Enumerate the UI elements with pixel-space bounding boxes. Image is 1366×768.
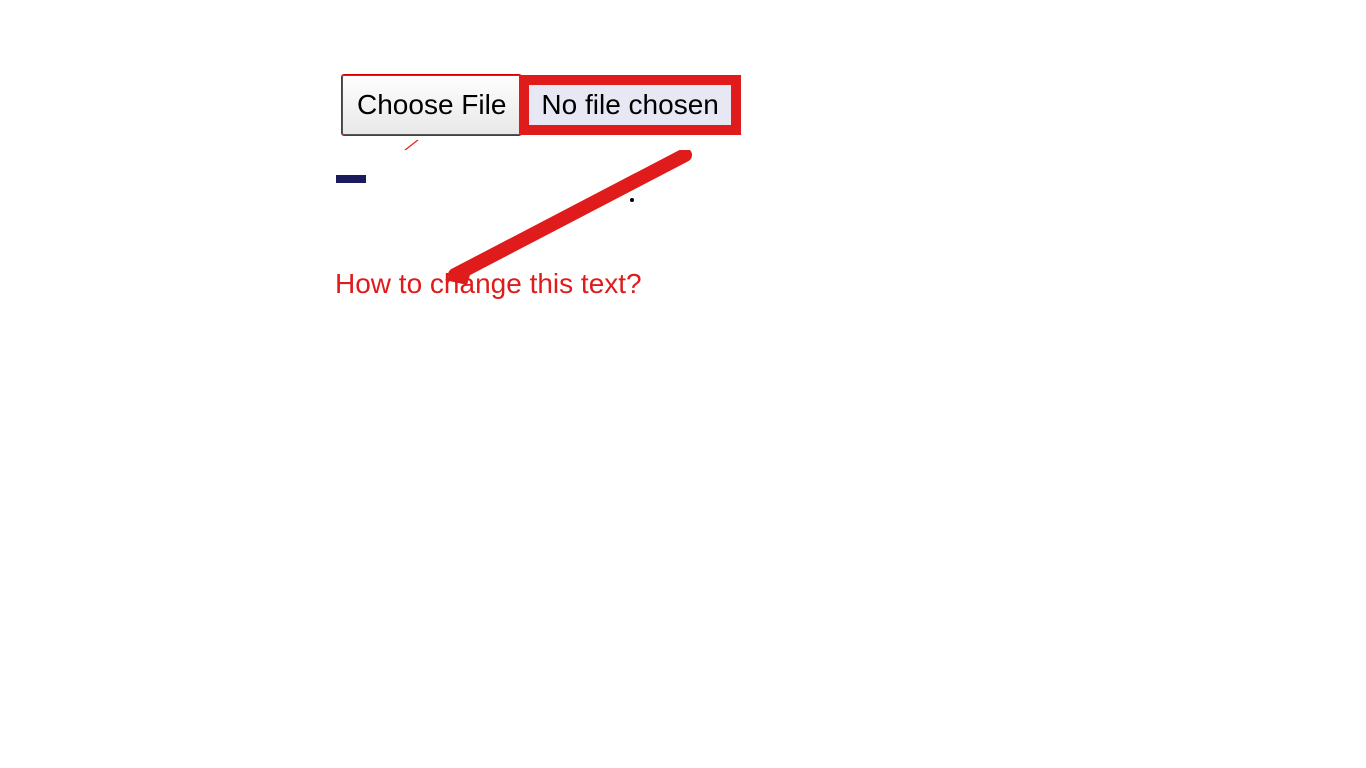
file-input-control: Choose File No file chosen xyxy=(342,75,741,135)
file-status-text: No file chosen xyxy=(541,89,718,121)
decorative-dot xyxy=(630,198,634,202)
decorative-slash: ⁄ xyxy=(406,135,417,158)
decorative-mark xyxy=(336,175,366,183)
choose-file-button[interactable]: Choose File xyxy=(342,75,521,135)
file-status-highlighted: No file chosen xyxy=(519,75,740,135)
annotation-question: How to change this text? xyxy=(335,268,642,300)
